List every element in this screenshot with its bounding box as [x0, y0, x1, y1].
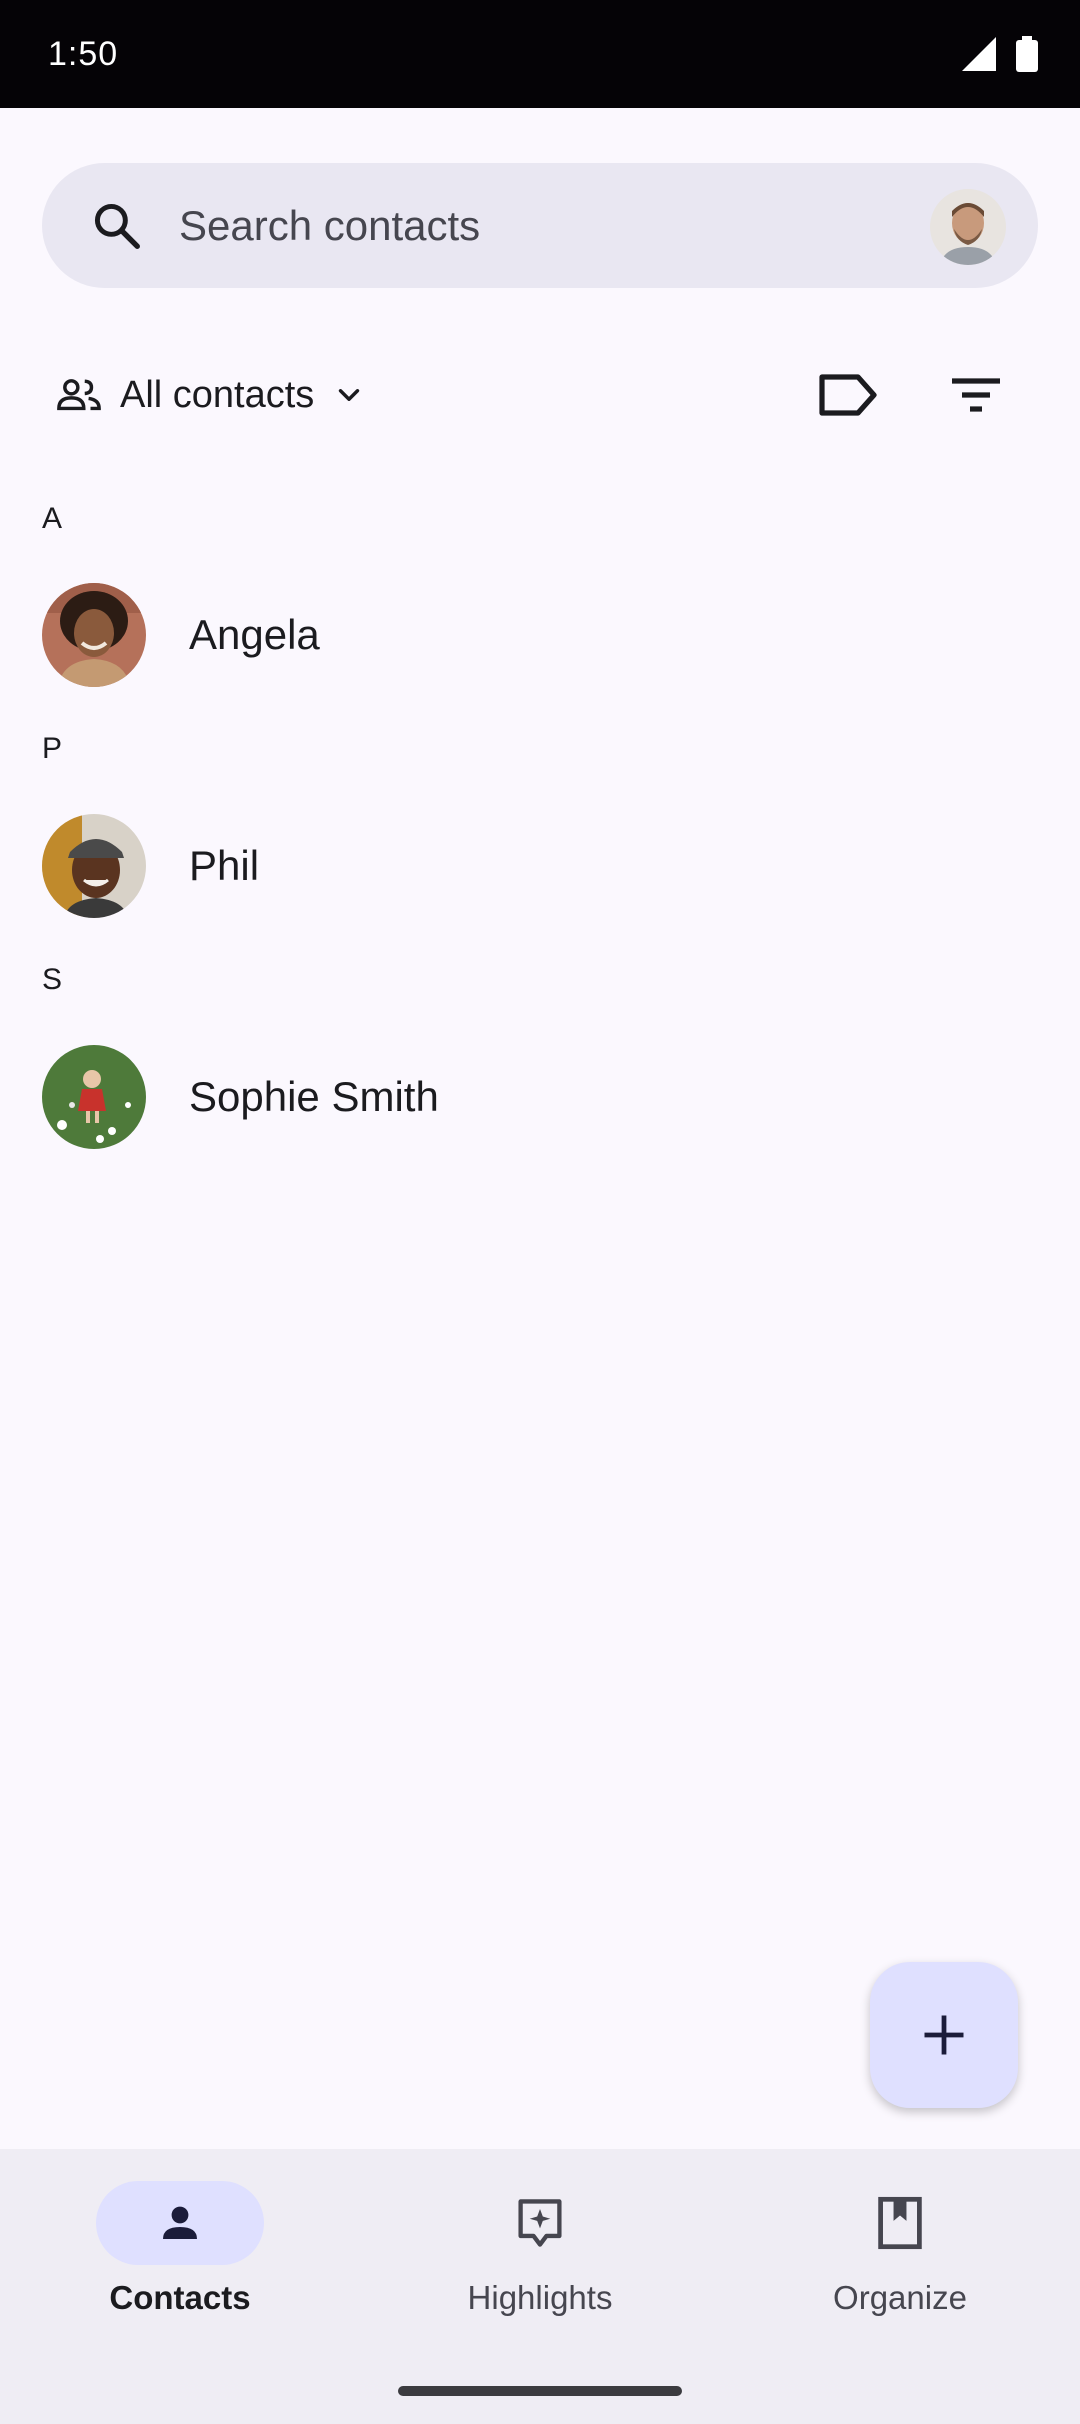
account-avatar[interactable] [930, 189, 1006, 265]
section-header-s: S [42, 963, 63, 996]
sort-icon [952, 378, 1000, 412]
contact-name: Angela [189, 611, 320, 658]
contact-name: Sophie Smith [189, 1073, 439, 1120]
sort-button[interactable] [940, 365, 1012, 425]
gesture-bar [398, 2386, 682, 2396]
nav-item-contacts[interactable]: Contacts [0, 2149, 360, 2349]
nav-label: Organize [833, 2279, 967, 2316]
label-icon [819, 374, 877, 416]
people-icon [57, 379, 101, 411]
status-time: 1:50 [48, 34, 119, 73]
section-header-p: P [42, 732, 63, 765]
nav-indicator [816, 2181, 984, 2265]
nav-label: Highlights [467, 2279, 613, 2316]
search-input[interactable]: Search contacts [179, 163, 480, 288]
contact-row-sophie-smith[interactable]: Sophie Smith [0, 1027, 1080, 1167]
signal-icon [962, 37, 996, 71]
add-contact-button[interactable] [870, 1962, 1018, 2108]
bottom-navigation: Contacts Highlights Organize [0, 2149, 1080, 2424]
nav-label: Contacts [109, 2279, 251, 2316]
nav-indicator [96, 2181, 264, 2265]
contact-name: Phil [189, 842, 260, 889]
status-bar: 1:50 [0, 0, 1080, 108]
highlights-icon [518, 2199, 562, 2247]
avatar [42, 814, 146, 918]
label-button[interactable] [812, 365, 884, 425]
battery-icon [1016, 36, 1038, 72]
nav-item-highlights[interactable]: Highlights [360, 2149, 720, 2349]
avatar [42, 583, 146, 687]
person-icon [163, 2206, 197, 2239]
nav-item-organize[interactable]: Organize [720, 2149, 1080, 2349]
avatar [42, 1045, 146, 1149]
search-bar[interactable]: Search contacts [42, 163, 1038, 288]
status-icons [962, 36, 1038, 72]
contact-row-angela[interactable]: Angela [0, 565, 1080, 705]
filter-label: All contacts [120, 373, 315, 416]
nav-indicator [456, 2181, 624, 2265]
contact-row-phil[interactable]: Phil [0, 796, 1080, 936]
plus-icon [924, 2015, 964, 2055]
section-header-a: A [42, 502, 63, 535]
filter-row: All contacts [0, 345, 1080, 445]
chevron-down-icon [339, 389, 360, 401]
all-contacts-dropdown[interactable]: All contacts [56, 345, 366, 445]
search-icon [94, 203, 140, 249]
bookmark-icon [878, 2196, 922, 2250]
